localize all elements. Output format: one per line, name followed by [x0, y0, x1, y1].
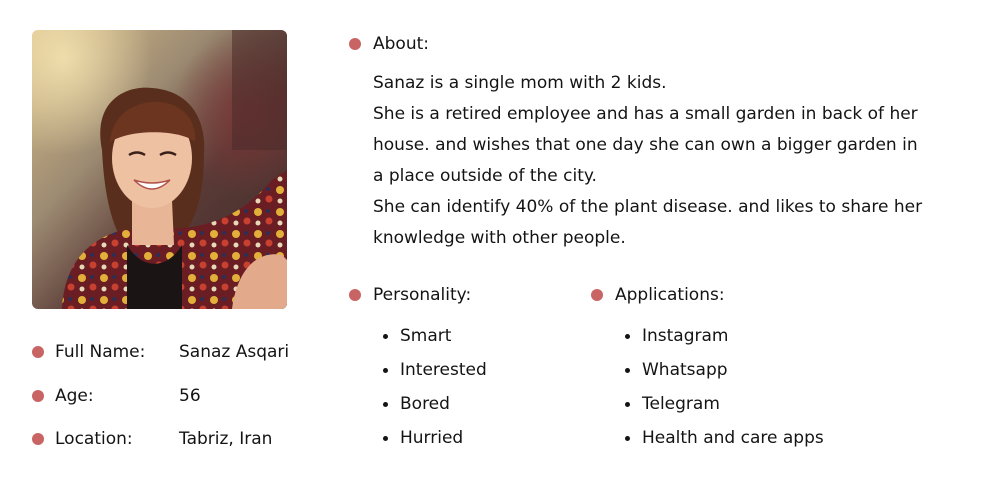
about-line: house. and wishes that one day she can o… [373, 135, 918, 155]
bullet-point [625, 436, 630, 441]
age-bullet-dot [32, 390, 44, 402]
personality-item: Smart [400, 326, 452, 346]
applications-bullet-dot [591, 289, 603, 301]
about-line: a place outside of the city. [373, 166, 597, 186]
list-item: Telegram [615, 393, 824, 427]
bullet-point [383, 334, 388, 339]
about-text: Sanaz is a single mom with 2 kids. She i… [373, 68, 973, 254]
bullet-point [625, 334, 630, 339]
personality-title: Personality: [373, 285, 472, 305]
portrait-image [32, 30, 287, 309]
bullet-point [625, 402, 630, 407]
application-item: Instagram [642, 326, 729, 346]
full-name-bullet-dot [32, 346, 44, 358]
full-name-label: Full Name: [55, 342, 146, 362]
age-value: 56 [179, 386, 201, 406]
about-bullet-dot [349, 38, 361, 50]
bullet-point [383, 436, 388, 441]
personality-list: Smart Interested Bored Hurried [373, 325, 487, 461]
about-title: About: [373, 34, 429, 54]
list-item: Health and care apps [615, 427, 824, 461]
list-item: Interested [373, 359, 487, 393]
about-line: She is a retired employee and has a smal… [373, 104, 918, 124]
application-item: Telegram [642, 394, 720, 414]
full-name-value: Sanaz Asqari [179, 342, 290, 362]
application-item: Whatsapp [642, 360, 728, 380]
bullet-point [625, 368, 630, 373]
list-item: Bored [373, 393, 487, 427]
about-line: She can identify 40% of the plant diseas… [373, 197, 923, 217]
personality-item: Bored [400, 394, 450, 414]
list-item: Whatsapp [615, 359, 824, 393]
personality-item: Hurried [400, 428, 464, 448]
applications-list: Instagram Whatsapp Telegram Health and c… [615, 325, 824, 461]
location-bullet-dot [32, 433, 44, 445]
bullet-point [383, 402, 388, 407]
about-line: Sanaz is a single mom with 2 kids. [373, 73, 667, 93]
bullet-point [383, 368, 388, 373]
applications-title: Applications: [615, 285, 725, 305]
personality-item: Interested [400, 360, 487, 380]
location-value: Tabriz, Iran [179, 429, 273, 449]
list-item: Instagram [615, 325, 824, 359]
personality-bullet-dot [349, 289, 361, 301]
location-label: Location: [55, 429, 133, 449]
persona-card: About: Sanaz is a single mom with 2 kids… [0, 0, 995, 483]
list-item: Smart [373, 325, 487, 359]
age-label: Age: [55, 386, 94, 406]
persona-photo [32, 30, 287, 309]
application-item: Health and care apps [642, 428, 824, 448]
list-item: Hurried [373, 427, 487, 461]
about-line: knowledge with other people. [373, 228, 626, 248]
